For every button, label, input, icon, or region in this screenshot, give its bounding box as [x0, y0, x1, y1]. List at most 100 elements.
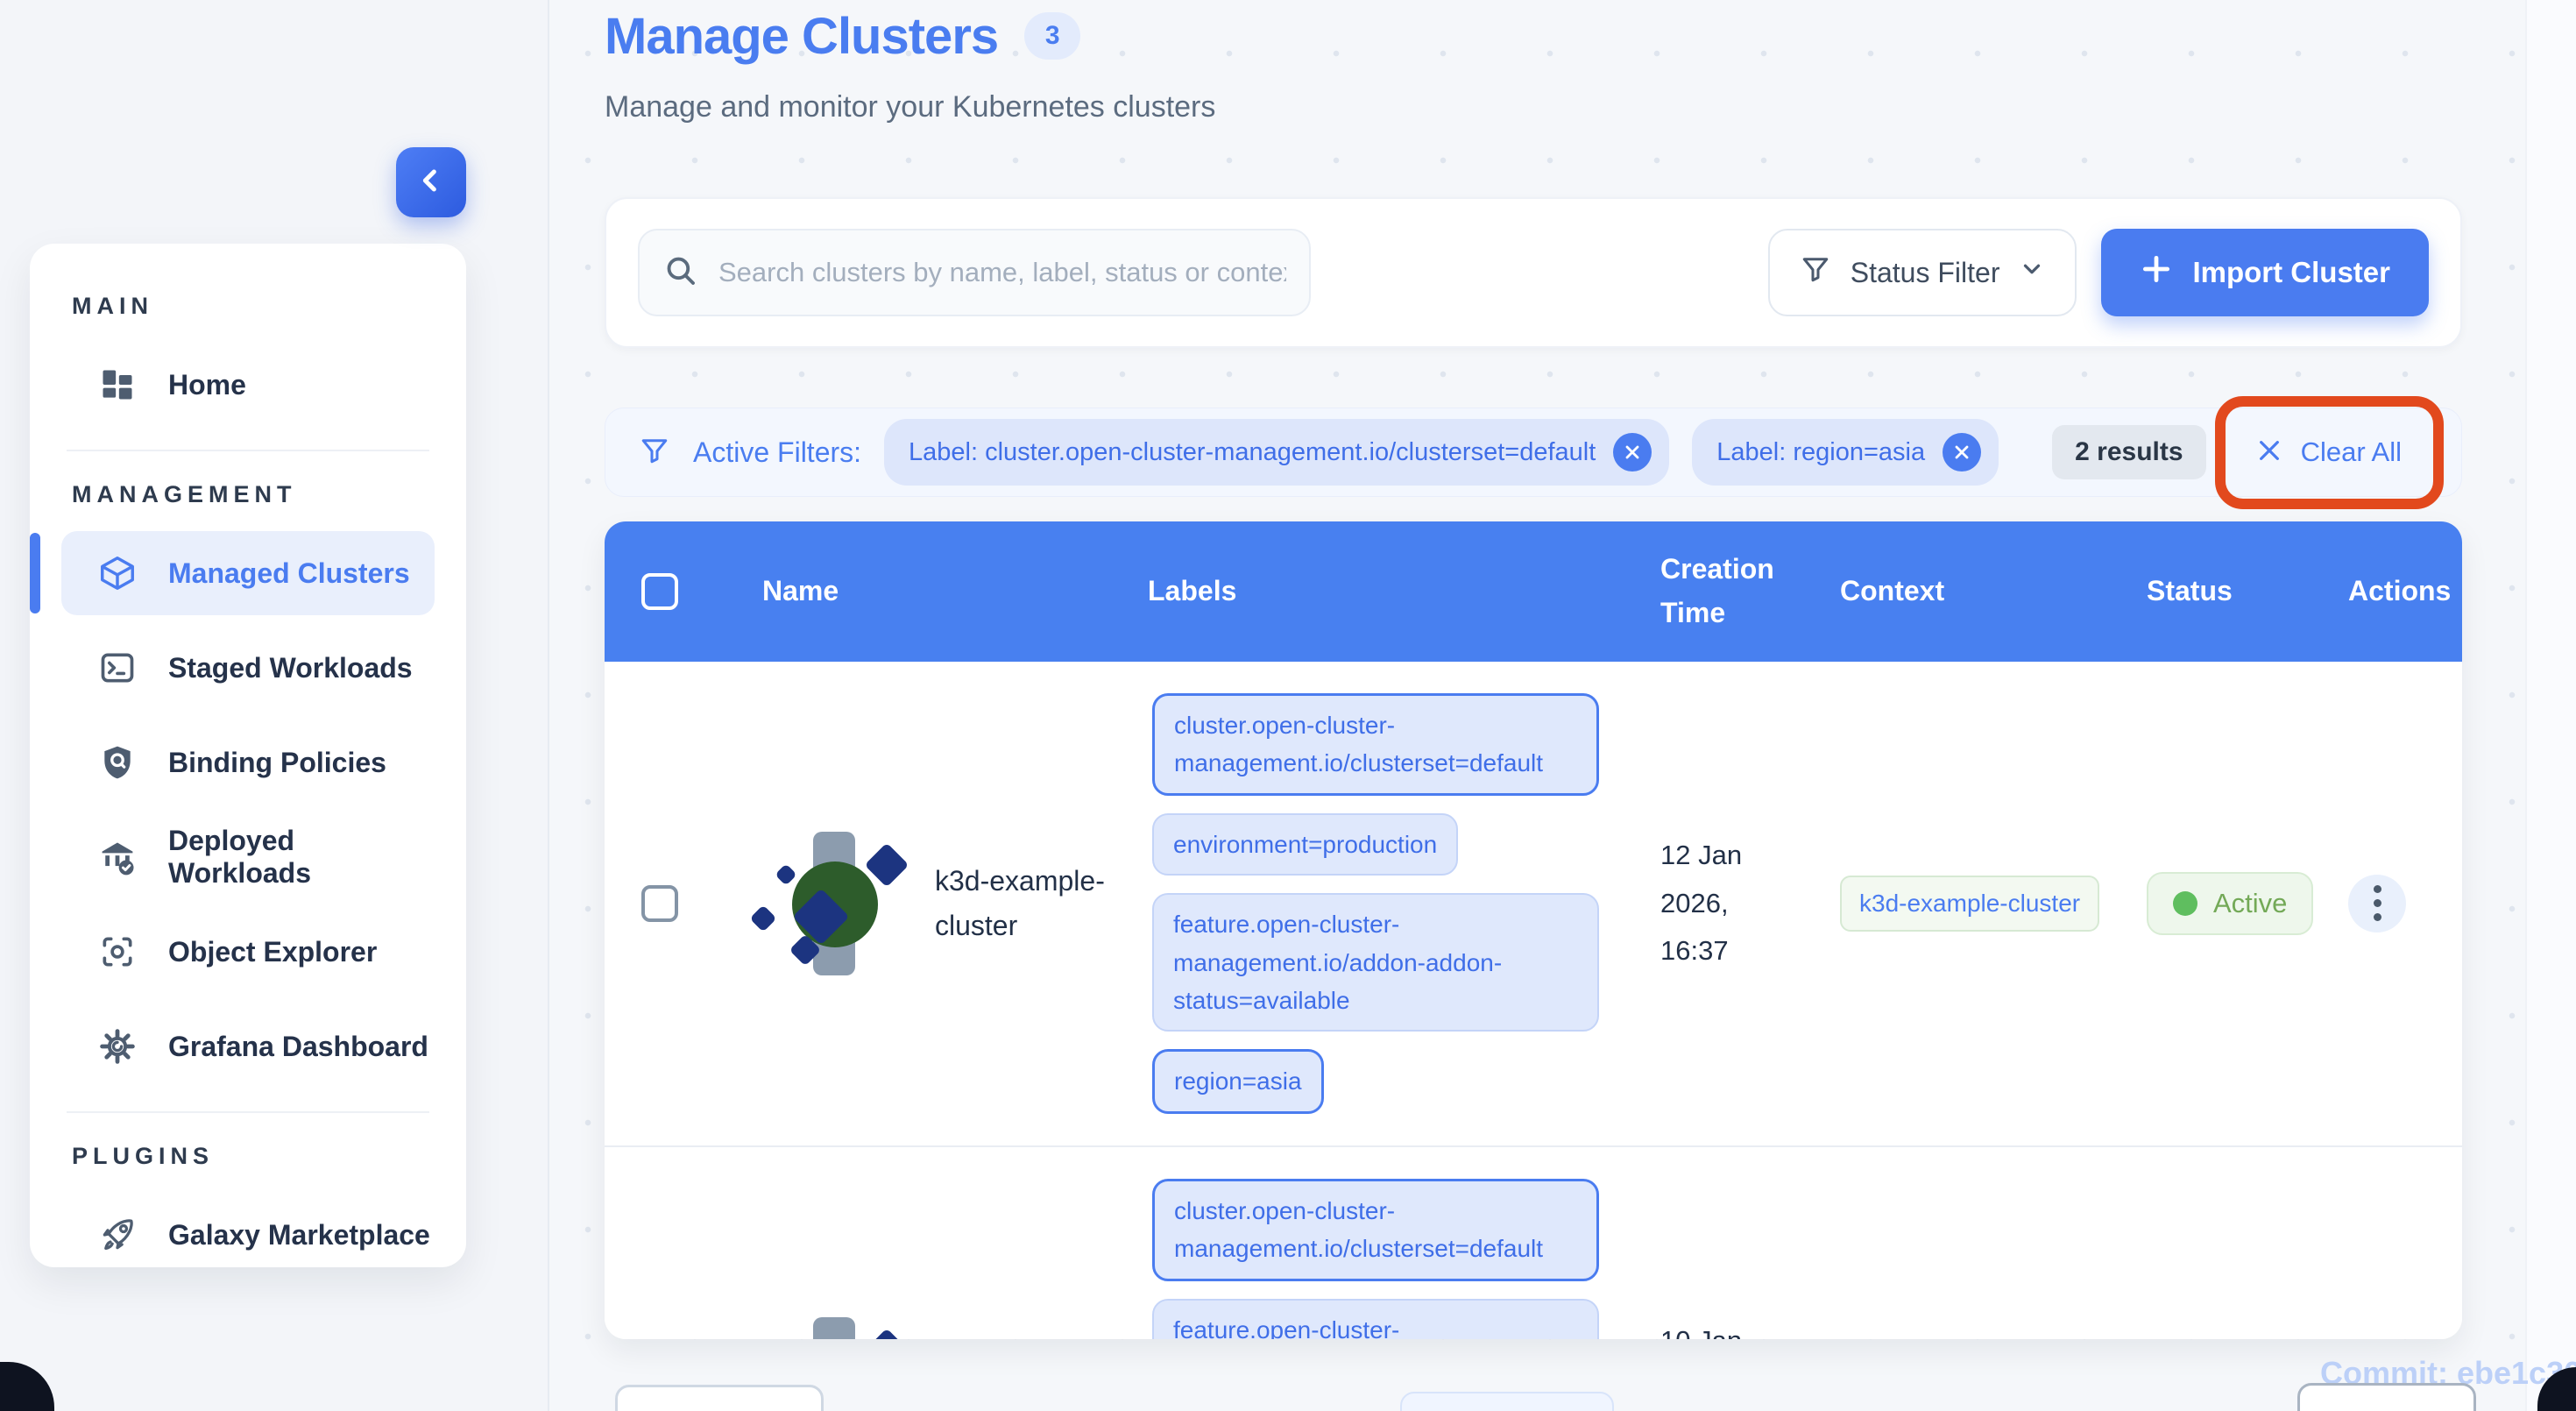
cluster-name-cell: k3d-example-cluster — [710, 826, 1113, 980]
sidebar-item-label: Deployed Workloads — [168, 825, 435, 890]
sidebar-item-label: Object Explorer — [168, 936, 377, 968]
terminal-icon — [96, 647, 138, 689]
sidebar-divider — [67, 1111, 429, 1113]
sidebar-item-binding-policies[interactable]: Binding Policies — [61, 720, 435, 805]
context-cell: k3d-example-cluster — [1805, 876, 2107, 932]
search-box[interactable] — [638, 229, 1311, 316]
page-subtitle: Manage and monitor your Kubernetes clust… — [605, 90, 2462, 124]
label-chip[interactable]: feature.open-cluster-management.io/addon… — [1152, 1299, 1599, 1339]
cluster-scatter-icon — [759, 826, 912, 980]
sidebar-item-label: Galaxy Marketplace — [168, 1219, 430, 1251]
sidebar-section-plugins: PLUGINS — [72, 1143, 435, 1170]
label-chip[interactable]: cluster.open-cluster-management.io/clust… — [1152, 1179, 1599, 1281]
page-title-row: Manage Clusters 3 — [605, 7, 2462, 66]
search-icon — [662, 252, 699, 294]
column-header-name[interactable]: Name — [710, 570, 1113, 613]
clear-all-button[interactable]: Clear All — [2229, 421, 2428, 485]
table-header-row: Name Labels Creation Time Context Status… — [605, 521, 2462, 662]
sidebar-section-management: MANAGEMENT — [72, 481, 435, 508]
remove-filter-icon[interactable] — [1943, 433, 1981, 472]
sidebar-item-object-explorer[interactable]: Object Explorer — [61, 910, 435, 994]
pagination-button-partial[interactable] — [615, 1385, 824, 1411]
actions-cell — [2313, 875, 2462, 932]
status-badge: Active — [2147, 872, 2313, 935]
rocket-icon — [96, 1214, 138, 1256]
sidebar-item-label: Binding Policies — [168, 747, 386, 779]
filter-chip-region-asia: Label: region=asia — [1692, 419, 1999, 486]
sidebar-item-label: Staged Workloads — [168, 652, 413, 684]
pagination-button-partial[interactable] — [2297, 1383, 2476, 1411]
status-label: Active — [2213, 888, 2287, 919]
results-count-badge: 2 results — [2052, 425, 2205, 479]
label-chip[interactable]: region=asia — [1152, 1049, 1324, 1113]
label-chip[interactable]: feature.open-cluster-management.io/addon… — [1152, 893, 1599, 1032]
column-header-context[interactable]: Context — [1805, 570, 2107, 613]
sidebar-section-main: MAIN — [72, 293, 435, 320]
page-title: Manage Clusters — [605, 7, 998, 66]
cluster-scatter-icon — [759, 1312, 912, 1339]
remove-filter-icon[interactable] — [1613, 433, 1652, 472]
select-all-checkbox[interactable] — [641, 573, 678, 610]
clear-all-label: Clear All — [2301, 436, 2402, 468]
bank-check-icon — [96, 836, 138, 878]
sidebar-item-managed-clusters[interactable]: Managed Clusters — [61, 531, 435, 615]
pagination-button-partial[interactable] — [1400, 1392, 1614, 1411]
column-header-creation-time[interactable]: Creation Time — [1625, 548, 1805, 635]
row-actions-menu-icon[interactable] — [2348, 875, 2406, 932]
sidebar-collapse-button[interactable] — [396, 147, 466, 217]
shield-search-icon — [96, 741, 138, 783]
filter-chip-text: Label: cluster.open-cluster-management.i… — [909, 438, 1596, 467]
sidebar-item-label: Managed Clusters — [168, 557, 410, 590]
chevron-down-icon — [2019, 256, 2045, 289]
filter-chip-clusterset: Label: cluster.open-cluster-management.i… — [884, 419, 1669, 486]
column-header-actions[interactable]: Actions — [2313, 570, 2462, 613]
main-content: Manage Clusters 3 Manage and monitor you… — [605, 0, 2462, 124]
cluster-name[interactable]: k3d-example-cluster — [935, 859, 1113, 948]
filter-funnel-icon — [639, 435, 670, 471]
table-row: cluster1 cluster.open-cluster-management… — [605, 1145, 2462, 1339]
row-checkbox[interactable] — [641, 885, 678, 922]
filter-chip-text: Label: region=asia — [1716, 438, 1925, 467]
right-scroll-rail[interactable] — [2525, 0, 2576, 1411]
plus-icon — [2140, 252, 2173, 293]
cluster-name-cell: cluster1 — [710, 1312, 1113, 1339]
clusters-table: Name Labels Creation Time Context Status… — [605, 521, 2462, 1339]
home-grid-icon — [96, 364, 138, 406]
scan-focus-icon — [96, 931, 138, 973]
sidebar: MAIN Home MANAGEMENT Managed Clusters St… — [30, 244, 466, 1267]
active-filters-bar: Active Filters: Label: cluster.open-clus… — [605, 408, 2462, 497]
grafana-gear-icon — [96, 1025, 138, 1067]
status-filter-button[interactable]: Status Filter — [1768, 229, 2077, 316]
status-filter-label: Status Filter — [1851, 257, 2000, 289]
toolbar: Status Filter Import Cluster — [605, 197, 2462, 348]
column-header-labels[interactable]: Labels — [1113, 570, 1625, 613]
sidebar-item-staged-workloads[interactable]: Staged Workloads — [61, 626, 435, 710]
active-filters-label: Active Filters: — [693, 436, 861, 469]
column-header-status[interactable]: Status — [2107, 570, 2313, 613]
sidebar-item-home[interactable]: Home — [61, 343, 435, 427]
cluster-count-badge: 3 — [1024, 12, 1080, 60]
sidebar-divider — [67, 450, 429, 451]
sidebar-item-deployed-workloads[interactable]: Deployed Workloads — [61, 815, 435, 899]
sidebar-item-galaxy-marketplace[interactable]: Galaxy Marketplace — [61, 1193, 435, 1267]
labels-cell: cluster.open-cluster-management.io/clust… — [1113, 662, 1625, 1145]
table-row: k3d-example-cluster cluster.open-cluster… — [605, 662, 2462, 1145]
context-chip[interactable]: k3d-example-cluster — [1840, 876, 2099, 932]
sidebar-item-label: Grafana Dashboard — [168, 1031, 428, 1063]
labels-cell: cluster.open-cluster-management.io/clust… — [1113, 1147, 1625, 1339]
cube-icon — [96, 552, 138, 594]
clear-all-x-icon — [2255, 436, 2283, 469]
creation-time-cell: 10 Jan 2026, 16:05 — [1625, 1317, 1805, 1339]
search-input[interactable] — [718, 257, 1286, 288]
import-cluster-button[interactable]: Import Cluster — [2101, 229, 2429, 316]
sidebar-item-grafana-dashboard[interactable]: Grafana Dashboard — [61, 1004, 435, 1088]
status-dot-icon — [2173, 891, 2197, 916]
creation-time-cell: 12 Jan 2026, 16:37 — [1625, 832, 1805, 975]
import-cluster-label: Import Cluster — [2192, 256, 2390, 289]
label-chip[interactable]: environment=production — [1152, 813, 1458, 876]
label-chip[interactable]: cluster.open-cluster-management.io/clust… — [1152, 693, 1599, 796]
chevron-left-icon — [414, 163, 449, 202]
sidebar-item-label: Home — [168, 369, 246, 401]
funnel-icon — [1800, 253, 1831, 292]
status-cell: Active — [2107, 872, 2313, 935]
